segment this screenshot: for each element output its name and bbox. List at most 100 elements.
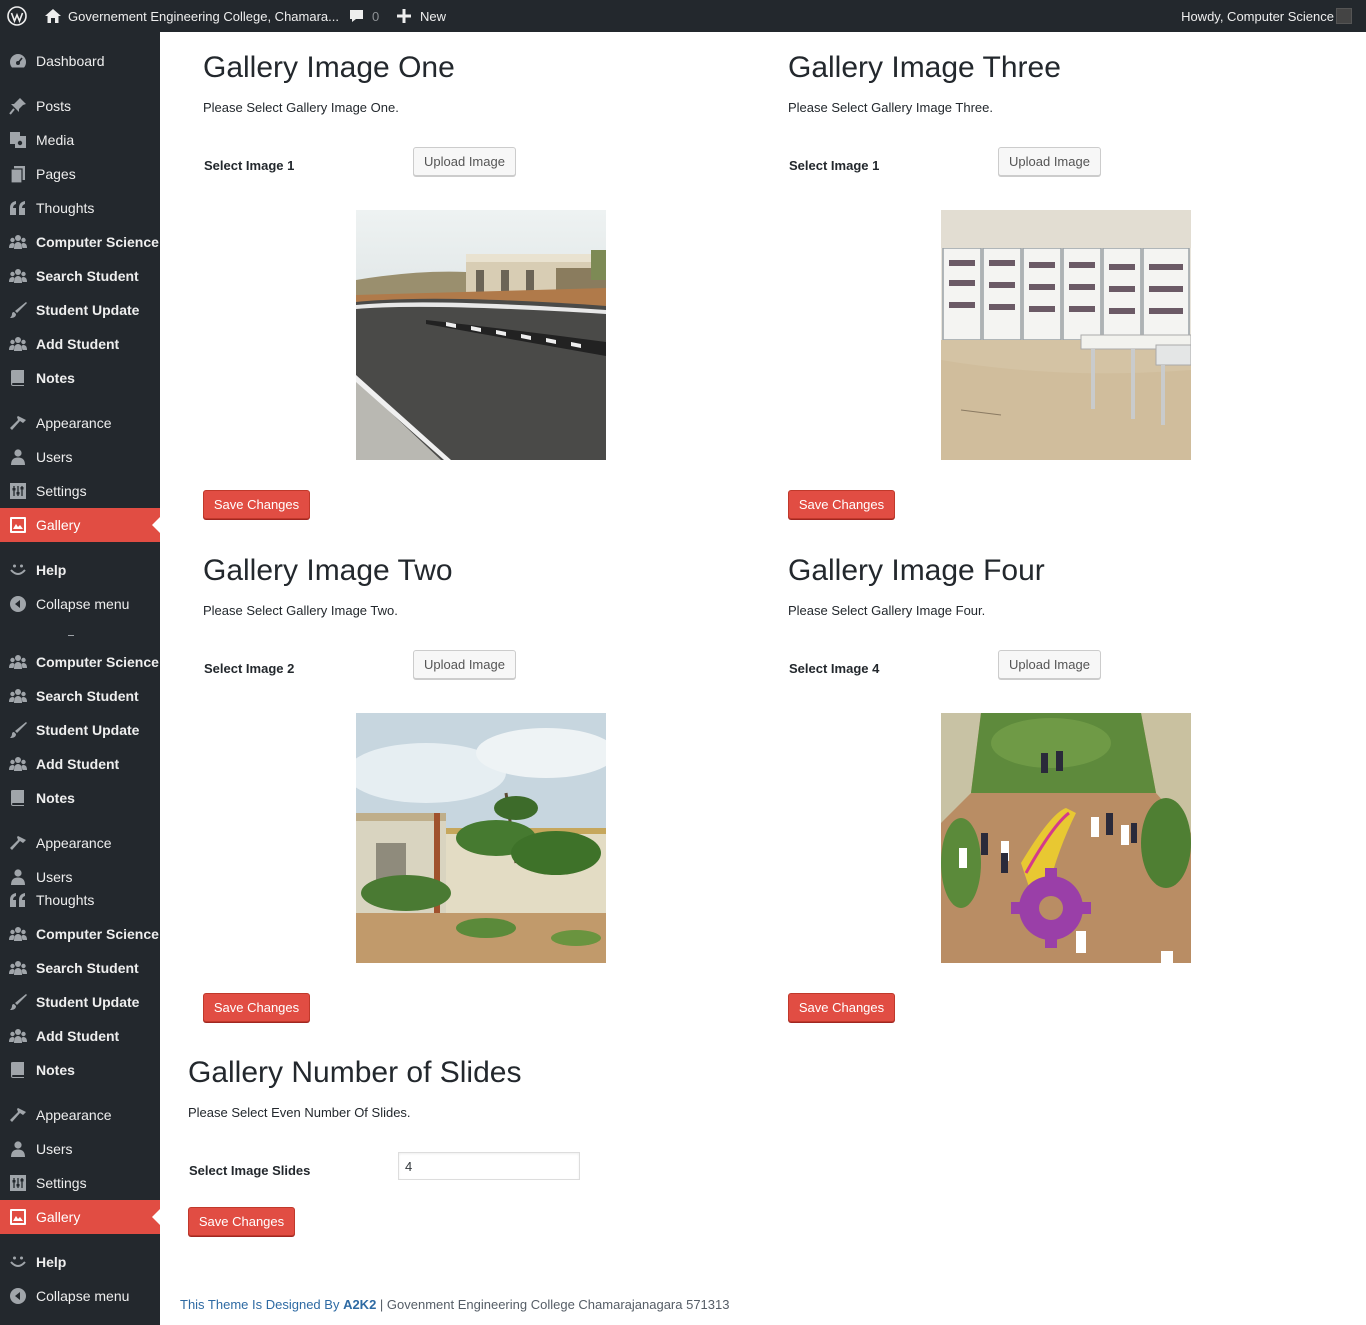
sidebar-item-computer-science[interactable]: Computer Science <box>0 645 160 679</box>
settings-icon <box>8 482 28 500</box>
hammer-icon <box>8 1106 28 1124</box>
sidebar-item-add-student[interactable]: Add Student <box>0 747 160 781</box>
gallery-image-four-section: Gallery Image Four Please Select Gallery… <box>788 553 1208 1033</box>
admin-bar: Governement Engineering College, Chamara… <box>0 0 1366 32</box>
sidebar-item-collapse-menu[interactable]: Collapse menu <box>0 1279 160 1313</box>
plus-icon[interactable] <box>397 0 411 32</box>
sidebar-item-label: Notes <box>36 1062 75 1078</box>
sidebar-item-pages[interactable]: Pages <box>0 157 160 191</box>
sidebar-item-notes[interactable]: Notes <box>0 1053 160 1087</box>
save-changes-button[interactable]: Save Changes <box>788 993 895 1022</box>
upload-image-button[interactable]: Upload Image <box>998 147 1101 176</box>
new-content-link[interactable]: New <box>420 0 446 32</box>
sidebar-item-users[interactable]: Users <box>0 1132 160 1166</box>
home-icon[interactable] <box>44 0 62 32</box>
section-title: Gallery Image Four <box>788 554 1045 587</box>
upload-image-button[interactable]: Upload Image <box>998 650 1101 679</box>
user-icon <box>8 1140 28 1158</box>
gallery-slides-section: Gallery Number of Slides Please Select E… <box>188 1055 668 1245</box>
admin-sidebar: Dashboard Posts Media Pages Thoughts Computer… <box>0 32 160 1325</box>
gallery-thumbnail-library <box>941 210 1191 460</box>
sidebar-item-label: Help <box>36 562 67 578</box>
sidebar-item-add-student[interactable]: Add Student <box>0 1019 160 1053</box>
section-title: Gallery Image Three <box>788 51 1061 84</box>
save-changes-button[interactable]: Save Changes <box>188 1207 295 1236</box>
howdy-user-link[interactable]: Howdy, Computer Science <box>1181 0 1334 32</box>
section-title: Gallery Image One <box>203 51 455 84</box>
gallery-thumbnail-road <box>356 210 606 460</box>
groups-icon <box>8 233 28 251</box>
sidebar-item-users[interactable]: Users <box>0 440 160 474</box>
field-label: Select Image 1 <box>204 158 295 173</box>
sidebar-item-help[interactable]: Help <box>0 1245 160 1279</box>
wordpress-logo-icon[interactable] <box>7 0 27 32</box>
sidebar-item-label: Settings <box>36 483 87 499</box>
sidebar-item-notes[interactable]: Notes <box>0 361 160 395</box>
sidebar-item-posts[interactable]: Posts <box>0 89 160 123</box>
avatar[interactable] <box>1336 0 1352 32</box>
gallery-image-one-section: Gallery Image One Please Select Gallery … <box>203 50 623 530</box>
sidebar-item-media[interactable]: Media <box>0 123 160 157</box>
site-name-link[interactable]: Governement Engineering College, Chamara… <box>68 0 339 32</box>
gallery-image-two-section: Gallery Image Two Please Select Gallery … <box>203 553 623 1033</box>
sidebar-item-label: Media <box>36 132 75 148</box>
pages-icon <box>8 165 28 183</box>
field-label: Select Image 4 <box>789 661 880 676</box>
sidebar-item-student-update[interactable]: Student Update <box>0 293 160 327</box>
save-changes-button[interactable]: Save Changes <box>203 993 310 1022</box>
sidebar-item-thoughts[interactable]: Thoughts <box>0 883 160 917</box>
sidebar-item-appearance[interactable]: Appearance <box>0 826 160 860</box>
section-title: Gallery Image Two <box>203 554 453 587</box>
field-label: Select Image 2 <box>204 661 295 676</box>
sidebar-item-help[interactable]: Help <box>0 553 160 587</box>
sidebar-item-label: Thoughts <box>36 200 95 216</box>
sidebar-item-search-student[interactable]: Search Student <box>0 951 160 985</box>
slides-count-input[interactable]: 4 <box>398 1152 580 1180</box>
sidebar-item-collapse-menu[interactable]: Collapse menu <box>0 587 160 621</box>
groups-icon <box>8 653 28 671</box>
sidebar-item-label: Add Student <box>36 756 120 772</box>
sidebar-item-settings[interactable]: Settings <box>0 1166 160 1200</box>
sidebar-item-add-student[interactable]: Add Student <box>0 327 160 361</box>
sidebar-item-search-student[interactable]: Search Student <box>0 259 160 293</box>
gallery-thumbnail-courtyard <box>941 713 1191 963</box>
sidebar-item-computer-science[interactable]: Computer Science <box>0 225 160 259</box>
author-link[interactable]: A2K2 <box>343 1297 376 1312</box>
media-icon <box>8 131 28 149</box>
sidebar-item-student-update[interactable]: Student Update <box>0 985 160 1019</box>
comment-icon[interactable] <box>348 0 365 32</box>
sidebar-item-dashboard[interactable]: Dashboard <box>0 44 160 78</box>
sidebar-item-label: Notes <box>36 370 75 386</box>
sidebar-item-label: Student Update <box>36 722 140 738</box>
hammer-icon <box>8 834 28 852</box>
sidebar-item-label: Student Update <box>36 302 140 318</box>
footer-credit-text: This Theme Is Designed By <box>180 1297 344 1312</box>
upload-image-button[interactable]: Upload Image <box>413 650 516 679</box>
sidebar-item-gallery[interactable]: Gallery <box>0 1200 160 1234</box>
sidebar-item-label: Users <box>36 1141 73 1157</box>
sidebar-item-notes[interactable]: Notes <box>0 781 160 815</box>
comment-count[interactable]: 0 <box>372 0 379 32</box>
section-description: Please Select Gallery Image Four. <box>788 603 986 618</box>
groups-icon <box>8 267 28 285</box>
quote-icon <box>8 891 28 909</box>
groups-icon <box>8 335 28 353</box>
field-label: Select Image Slides <box>189 1163 311 1178</box>
sidebar-item-label: Settings <box>36 1175 87 1191</box>
save-changes-button[interactable]: Save Changes <box>788 490 895 519</box>
sidebar-item-thoughts[interactable]: Thoughts <box>0 191 160 225</box>
sidebar-item-settings[interactable]: Settings <box>0 474 160 508</box>
sidebar-item-label: Student Update <box>36 994 140 1010</box>
sidebar-item-appearance[interactable]: Appearance <box>0 1098 160 1132</box>
upload-image-button[interactable]: Upload Image <box>413 147 516 176</box>
sidebar-item-appearance[interactable]: Appearance <box>0 406 160 440</box>
sidebar-item-computer-science[interactable]: Computer Science <box>0 917 160 951</box>
sidebar-item-student-update[interactable]: Student Update <box>0 713 160 747</box>
sidebar-item-gallery[interactable]: Gallery <box>0 508 160 542</box>
section-description: Please Select Gallery Image Two. <box>203 603 398 618</box>
groups-icon <box>8 925 28 943</box>
menu-separator <box>68 635 74 636</box>
sidebar-item-search-student[interactable]: Search Student <box>0 679 160 713</box>
collapse-icon <box>8 595 28 613</box>
save-changes-button[interactable]: Save Changes <box>203 490 310 519</box>
